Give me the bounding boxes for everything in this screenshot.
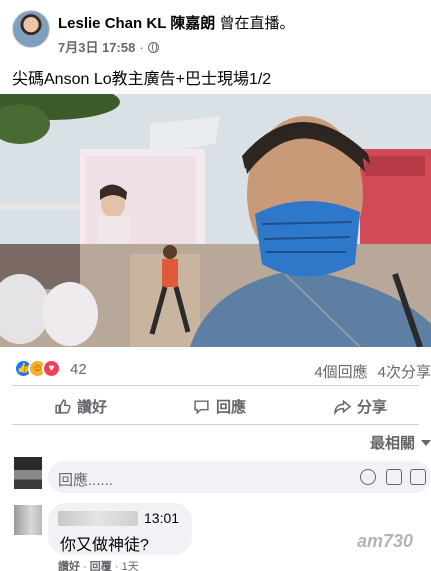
reaction-count[interactable]: 42 xyxy=(70,361,87,378)
chevron-down-icon xyxy=(421,440,431,446)
commenter-name-redacted[interactable] xyxy=(58,511,138,526)
watermark-logo: am730 xyxy=(356,531,413,551)
share-button[interactable]: 分享 xyxy=(334,396,387,417)
meta-separator: · xyxy=(139,40,144,55)
comment-button[interactable]: 回應 xyxy=(193,396,246,417)
comment-actions-sep-2: · xyxy=(114,561,119,571)
love-reaction-icon: ♥ xyxy=(42,359,61,378)
post-header: Leslie Chan KL 陳嘉朗 曾在直播。 7月3日 17:58 · xyxy=(0,0,431,58)
share-icon xyxy=(334,399,351,415)
comment-icon xyxy=(194,400,209,415)
comment-sort-dropdown[interactable]: 最相關 xyxy=(370,432,431,453)
gif-icon[interactable] xyxy=(410,469,426,485)
reaction-bar: 👍 ☺ ♥ 42 4個回應 4次分享 xyxy=(0,356,431,382)
comment-label: 回應 xyxy=(216,399,247,416)
commenter-avatar[interactable] xyxy=(14,505,42,535)
comment-input[interactable]: 回應...... xyxy=(48,461,431,493)
like-button[interactable]: 讚好 xyxy=(54,396,107,417)
divider-bottom xyxy=(12,424,419,425)
comment-text: 你又做神徒? xyxy=(60,537,149,554)
emoji-icon[interactable] xyxy=(360,469,376,485)
post-activity: 曾在直播。 xyxy=(219,15,295,32)
sort-label: 最相關 xyxy=(369,435,415,452)
share-count[interactable]: 4次分享 xyxy=(378,364,431,381)
comment-age[interactable]: 1天 xyxy=(122,561,139,571)
video-frame xyxy=(0,94,431,347)
comment-input-placeholder: 回應...... xyxy=(58,472,114,489)
thumbs-up-icon xyxy=(55,399,71,414)
comment-reply-link[interactable]: 回覆 xyxy=(90,561,112,571)
current-user-avatar xyxy=(14,457,42,489)
comment-actions: 讚好 · 回覆 · 1天 xyxy=(58,558,139,571)
author-avatar[interactable] xyxy=(12,10,50,48)
comment-bubble: 13:01 你又做神徒? xyxy=(48,503,192,555)
engagement-counts: 4個回應 4次分享 xyxy=(304,361,431,382)
like-label: 讚好 xyxy=(77,399,108,416)
camera-icon[interactable] xyxy=(386,469,402,485)
post-meta: 7月3日 17:58 · xyxy=(58,37,159,56)
author-name[interactable]: Leslie Chan KL 陳嘉朗 xyxy=(58,15,215,32)
share-label: 分享 xyxy=(357,399,388,416)
comment-like-link[interactable]: 讚好 xyxy=(58,561,80,571)
comment-count[interactable]: 4個回應 xyxy=(314,364,367,381)
video-player[interactable] xyxy=(0,94,431,347)
post-author-line: Leslie Chan KL 陳嘉朗 曾在直播。 xyxy=(58,12,294,33)
divider-top xyxy=(12,385,419,386)
comment-time: 13:01 xyxy=(144,510,180,526)
post-caption: 尖碼Anson Lo教主廣告+巴士現場1/2 xyxy=(12,71,272,88)
post-actions: 讚好 回應 分享 xyxy=(0,392,431,422)
post-timestamp[interactable]: 7月3日 17:58 xyxy=(58,40,135,55)
comment-actions-sep-1: · xyxy=(83,561,87,571)
globe-icon xyxy=(147,42,159,53)
